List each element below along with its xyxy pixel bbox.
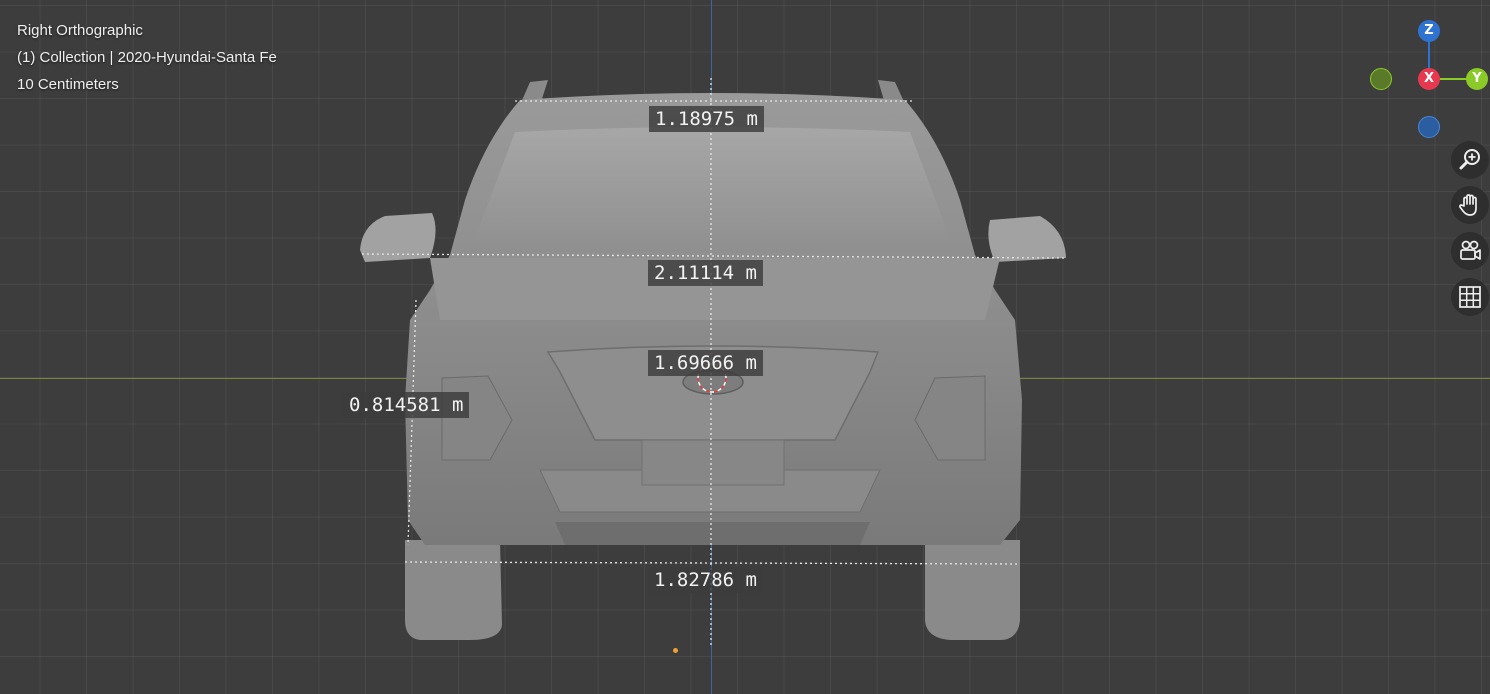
right-mirror <box>988 216 1066 262</box>
collection-label: (1) Collection | 2020-Hyundai-Santa Fe <box>17 49 277 66</box>
pan-button[interactable] <box>1451 186 1489 224</box>
gizmo-x-axis[interactable]: X <box>1418 68 1440 90</box>
camera-icon <box>1460 240 1481 260</box>
roof-width-measure: 1.18975 m <box>649 106 764 132</box>
viewport-info: Right Orthographic (1) Collection | 2020… <box>17 17 277 98</box>
view-name: Right Orthographic <box>17 22 143 39</box>
zoom-icon <box>1459 149 1480 170</box>
camera-view-button[interactable] <box>1451 232 1489 270</box>
zoom-button[interactable] <box>1451 141 1489 179</box>
navigation-gizmo[interactable]: Z X Y <box>1360 14 1488 144</box>
hand-icon <box>1459 194 1477 216</box>
gizmo-y-axis[interactable]: Y <box>1466 68 1488 90</box>
right-wheel <box>925 540 1020 640</box>
grid-scale: 10 Centimeters <box>17 76 119 93</box>
windshield <box>470 127 955 252</box>
grid-icon <box>1459 286 1481 308</box>
gizmo-neg-y-axis[interactable] <box>1370 68 1392 90</box>
track-width-measure: 1.82786 m <box>648 567 763 593</box>
object-origin <box>673 648 678 653</box>
left-wheel <box>405 540 502 640</box>
3d-viewport[interactable]: Right Orthographic (1) Collection | 2020… <box>0 0 1490 694</box>
ortho-toggle-button[interactable] <box>1451 278 1489 316</box>
gizmo-neg-z-axis[interactable] <box>1418 116 1440 138</box>
skid-plate <box>555 522 870 545</box>
side-height-measure: 0.814581 m <box>343 392 470 418</box>
gizmo-z-axis[interactable]: Z <box>1418 20 1440 42</box>
mirror-width-measure: 2.11114 m <box>648 260 763 286</box>
license-plate-area <box>641 439 785 486</box>
height-measure: 1.69666 m <box>648 350 763 376</box>
